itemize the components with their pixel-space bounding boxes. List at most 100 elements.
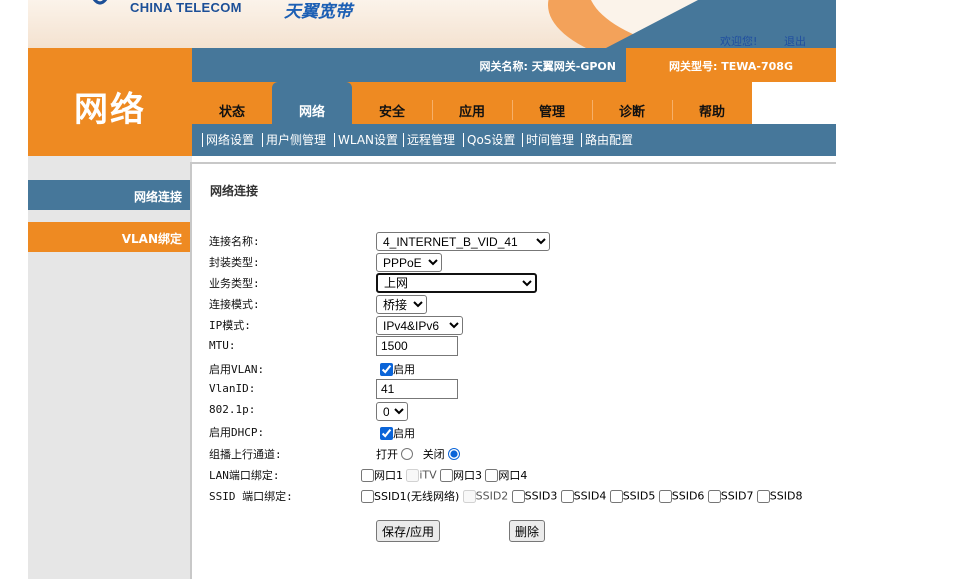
connection-mode-select[interactable]: 桥接 — [376, 295, 427, 314]
tab-bar-filler — [752, 82, 836, 124]
save-apply-button[interactable]: 保存/应用 — [376, 520, 441, 542]
label-multicast-upstream: 组播上行通道: — [209, 448, 282, 461]
tab-management[interactable]: 管理 — [512, 82, 592, 124]
section-title-block: 网络 — [28, 48, 192, 156]
ssid8-label: SSID8 — [769, 489, 803, 503]
mtu-input[interactable] — [376, 336, 458, 356]
tab-status[interactable]: 状态 — [192, 82, 272, 124]
ip-mode-select[interactable]: IPv4&IPv6 — [376, 316, 463, 335]
label-service-type: 业务类型: — [209, 277, 260, 290]
lan-port-1-label: 网口1 — [374, 469, 403, 482]
ssid7-label: SSID7 — [720, 489, 754, 503]
section-title: 网络 — [74, 90, 146, 130]
ssid5-label: SSID5 — [622, 489, 656, 503]
ssid5-checkbox[interactable] — [609, 489, 623, 503]
submenu-user-side[interactable]: 用户侧管理 — [262, 133, 326, 147]
lan-port-1-checkbox[interactable] — [361, 468, 374, 482]
tab-network[interactable]: 网络 — [272, 82, 352, 124]
ssid7-checkbox[interactable] — [707, 489, 721, 503]
ssid4-label: SSID4 — [573, 489, 607, 503]
multicast-open-radio[interactable] — [401, 448, 414, 460]
submenu-wlan-settings[interactable]: WLAN设置 — [334, 133, 398, 147]
dhcp-enable-group: 启用 — [380, 425, 415, 441]
delete-button[interactable]: 删除 — [509, 520, 546, 542]
label-vlan-enable: 启用VLAN: — [209, 363, 265, 376]
gateway-model-box: 网关型号: TEWA-708G — [626, 48, 836, 82]
ssid6-checkbox[interactable] — [658, 489, 672, 503]
label-ssid-port-binding: SSID 端口绑定: — [209, 490, 293, 503]
tab-security[interactable]: 安全 — [352, 82, 432, 124]
label-connection-mode: 连接模式: — [209, 298, 260, 311]
multicast-close-radio[interactable] — [448, 448, 461, 460]
dhcp-enable-text: 启用 — [393, 427, 415, 440]
logout-link[interactable]: 退出 — [784, 33, 806, 48]
sidebar-item-label: 网络连接 — [133, 190, 182, 204]
multicast-close-label: 关闭 — [422, 448, 445, 461]
lan-port-itv-label: iTV — [419, 468, 437, 482]
sidebar-item-label: VLAN绑定 — [121, 232, 182, 246]
sidebar-item-network-connection[interactable]: 网络连接 — [28, 180, 192, 210]
brand-name-en: CHINA TELECOM — [130, 0, 242, 15]
ssid2-label: SSID2 — [475, 489, 509, 503]
dot1p-select[interactable]: 0 — [376, 402, 408, 421]
ssid3-label: SSID3 — [524, 489, 558, 503]
sub-menu-bar: 网络设置 用户侧管理 WLAN设置 远程管理 QoS设置 时间管理 路由配置 — [192, 124, 836, 156]
lan-port-group: 网口1 iTV 网口3 网口4 — [361, 467, 527, 483]
submenu-network-settings[interactable]: 网络设置 — [202, 133, 254, 147]
ssid1-checkbox[interactable] — [361, 489, 374, 503]
content-panel: 网络连接 — [190, 162, 836, 579]
submenu-remote-management[interactable]: 远程管理 — [403, 133, 455, 147]
vlan-enable-group: 启用 — [380, 361, 415, 377]
service-type-select[interactable]: 上网 — [376, 273, 537, 293]
vlan-enable-checkbox[interactable] — [380, 362, 393, 376]
lan-port-4-checkbox[interactable] — [485, 468, 499, 482]
submenu-time-management[interactable]: 时间管理 — [522, 133, 574, 147]
gateway-model: 网关型号: TEWA-708G — [669, 60, 793, 73]
left-sidebar: 网络连接 VLAN绑定 — [28, 156, 192, 579]
tab-label: 安全 — [378, 105, 405, 120]
tab-label: 管理 — [538, 105, 565, 120]
vlan-enable-text: 启用 — [393, 363, 415, 376]
ssid4-checkbox[interactable] — [560, 489, 574, 503]
tab-label: 诊断 — [618, 105, 645, 120]
page-title: 网络连接 — [210, 184, 259, 198]
vlan-id-input[interactable] — [376, 379, 458, 399]
tab-label: 帮助 — [698, 105, 725, 120]
label-dot1p: 802.1p: — [209, 403, 256, 416]
main-tab-bar: 状态 网络 安全 应用 管理 诊断 帮助 — [192, 82, 836, 124]
connection-name-select[interactable]: 4_INTERNET_B_VID_41 — [376, 232, 550, 251]
welcome-text: 欢迎您! — [720, 35, 758, 48]
label-dhcp-enable: 启用DHCP: — [209, 426, 265, 439]
submenu-route-config[interactable]: 路由配置 — [581, 133, 633, 147]
ssid2-checkbox — [462, 489, 476, 503]
gateway-info-bar: 网关名称: 天翼网关-GPON 网关型号: TEWA-708G — [192, 48, 836, 82]
ssid-port-group: SSID1(无线网络) SSID2 SSID3 SSID4 SSID5 SSID… — [361, 488, 802, 504]
tab-application[interactable]: 应用 — [432, 82, 512, 124]
ssid3-checkbox[interactable] — [511, 489, 525, 503]
brand-name-cn: 天翼宽带 — [284, 2, 352, 22]
encapsulation-select[interactable]: PPPoE — [376, 253, 442, 272]
submenu-qos-settings[interactable]: QoS设置 — [463, 133, 515, 147]
sidebar-item-vlan-binding[interactable]: VLAN绑定 — [28, 222, 192, 252]
lan-port-4-label: 网口4 — [498, 469, 528, 482]
label-vlan-id: VlanID: — [209, 382, 256, 395]
ssid6-label: SSID6 — [671, 489, 705, 503]
tab-label: 应用 — [458, 105, 485, 120]
multicast-radio-group: 打开 关闭 — [376, 446, 461, 462]
tab-label: 状态 — [218, 105, 245, 120]
ssid1-label: SSID1(无线网络) — [374, 490, 460, 503]
label-connection-name: 连接名称: — [209, 235, 260, 248]
tab-help[interactable]: 帮助 — [672, 82, 752, 124]
tab-diagnosis[interactable]: 诊断 — [592, 82, 672, 124]
tab-label: 网络 — [298, 105, 325, 120]
ssid8-checkbox[interactable] — [756, 489, 770, 503]
gateway-name: 网关名称: 天翼网关-GPON — [479, 60, 616, 73]
lan-port-3-checkbox[interactable] — [440, 468, 453, 482]
label-encapsulation: 封装类型: — [209, 256, 260, 269]
label-lan-port-binding: LAN端口绑定: — [209, 469, 280, 482]
label-mtu: MTU: — [209, 339, 236, 352]
multicast-open-label: 打开 — [376, 448, 398, 461]
top-banner: CHINA TELECOM 天翼宽带 欢迎您! 退出 — [28, 0, 836, 48]
dhcp-enable-checkbox[interactable] — [380, 426, 393, 440]
lan-port-itv-checkbox — [406, 468, 420, 482]
